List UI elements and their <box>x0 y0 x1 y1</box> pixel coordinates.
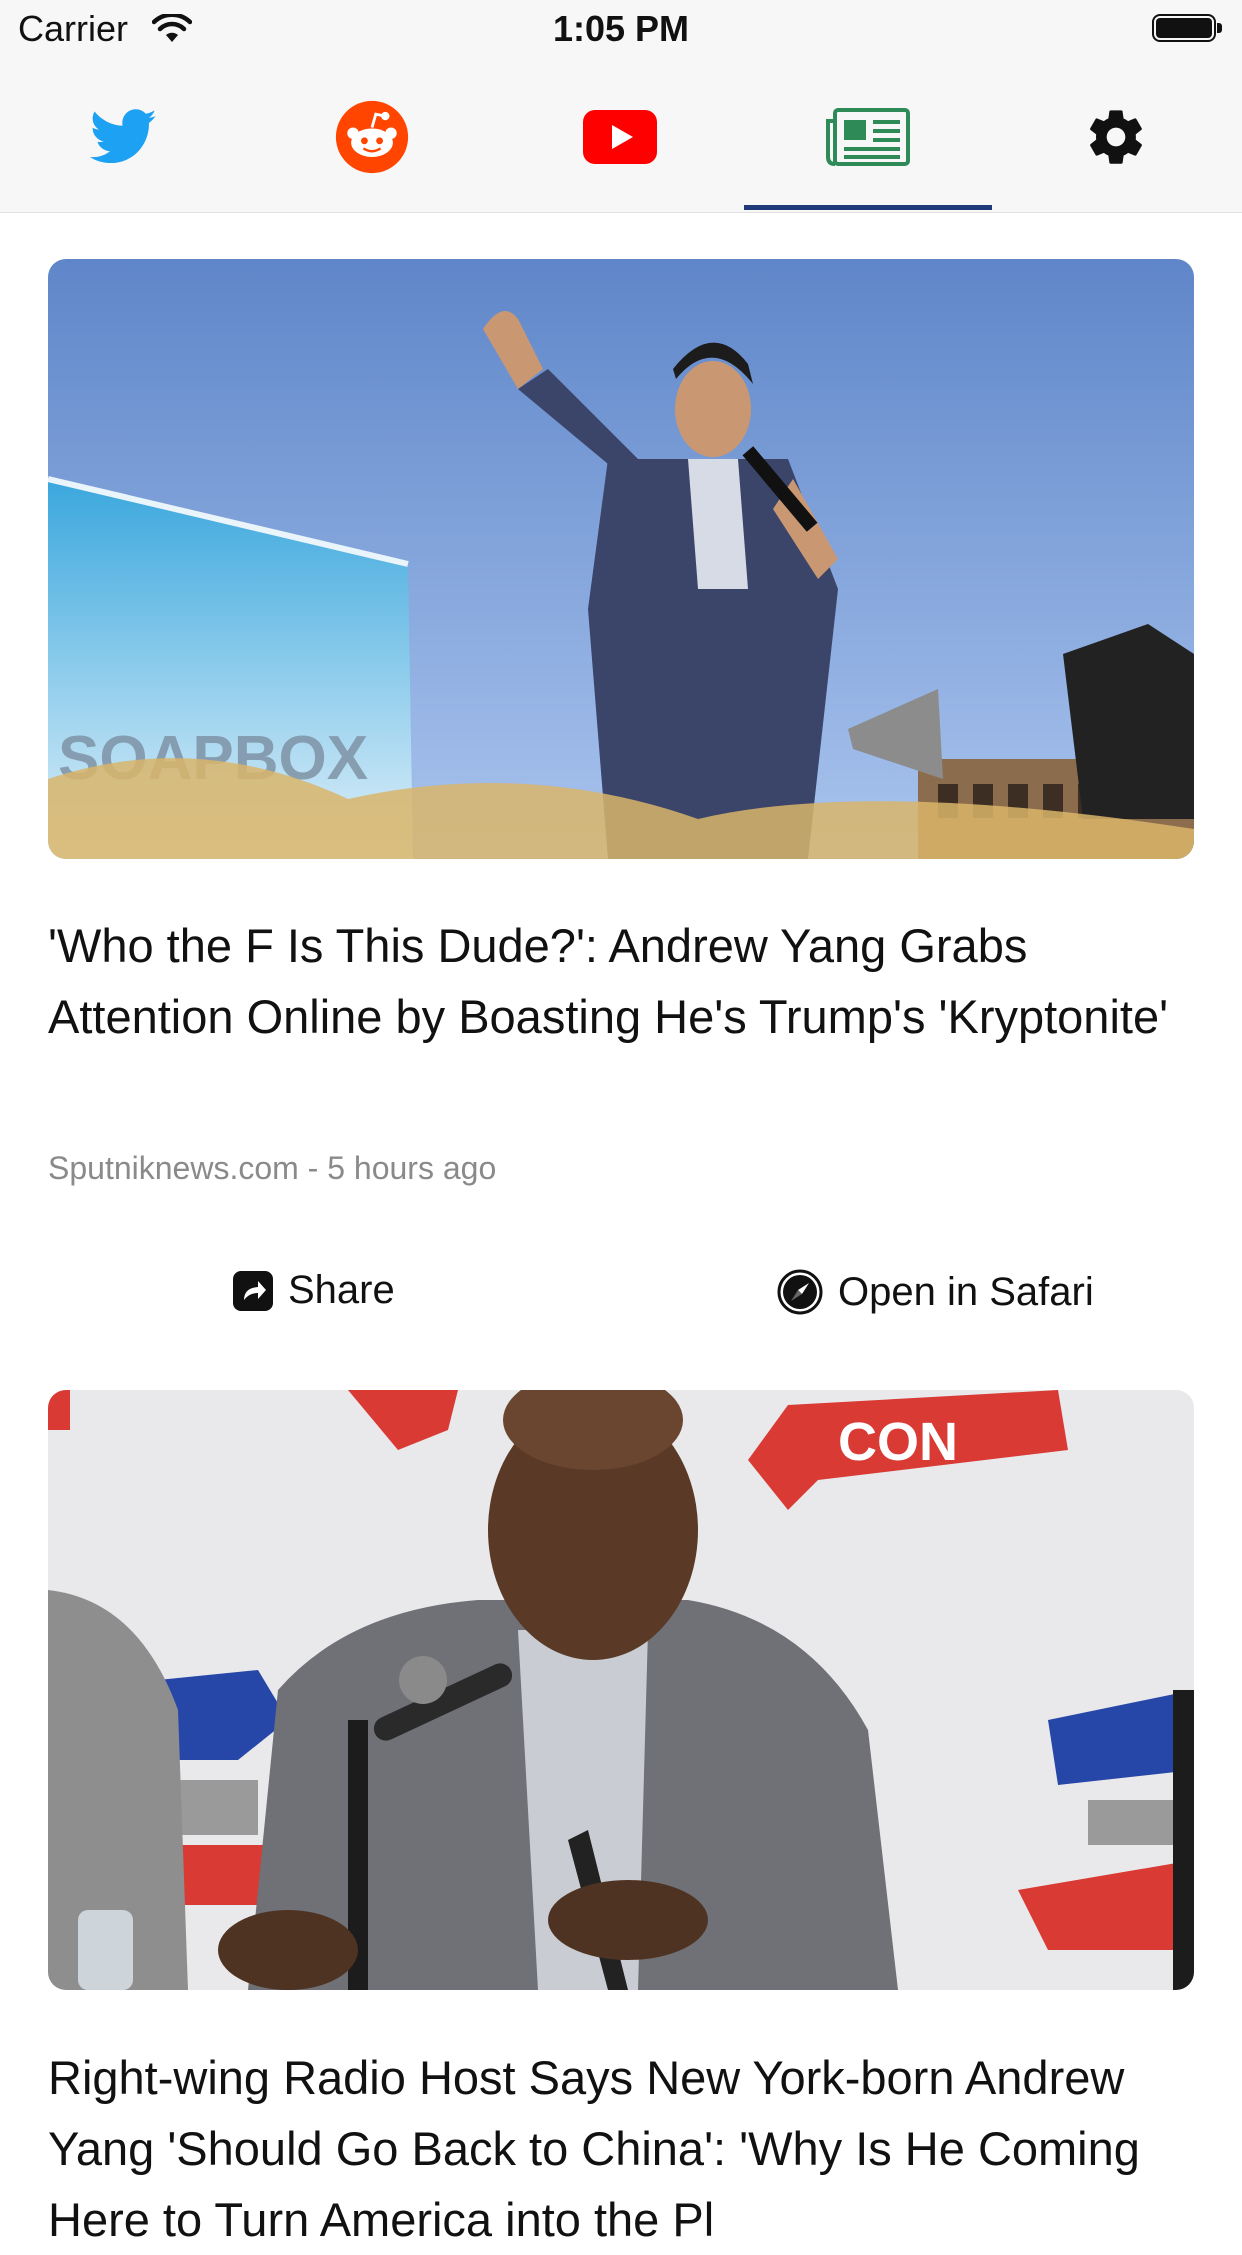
tab-news[interactable] <box>744 62 992 212</box>
tab-twitter[interactable] <box>0 62 248 212</box>
article-photo: SOAPBOX <box>48 259 1194 859</box>
gear-icon <box>1090 110 1142 164</box>
compass-icon <box>777 1269 823 1315</box>
tab-reddit[interactable] <box>248 62 496 212</box>
banner-text: CON <box>838 1412 958 1472</box>
article-image[interactable]: SOAPBOX <box>48 259 1194 859</box>
battery-icon <box>1152 14 1224 44</box>
article-meta: Sputniknews.com - 5 hours ago <box>48 1150 497 1186</box>
article-image[interactable]: CON <box>48 1390 1194 1990</box>
share-button[interactable]: Share <box>232 1268 395 1313</box>
article-headline[interactable]: 'Who the F Is This Dude?': Andrew Yang G… <box>48 910 1194 1052</box>
tab-settings[interactable] <box>992 62 1240 212</box>
article-photo: CON <box>48 1390 1194 1990</box>
youtube-icon <box>583 110 657 164</box>
open-in-safari-button[interactable]: Open in Safari <box>776 1268 1094 1316</box>
article-headline[interactable]: Right-wing Radio Host Says New York-born… <box>48 2042 1194 2255</box>
status-bar: Carrier 1:05 PM <box>0 0 1242 62</box>
share-label: Share <box>288 1268 395 1312</box>
tab-youtube[interactable] <box>496 62 744 212</box>
share-icon <box>233 1270 273 1311</box>
clock: 1:05 PM <box>552 8 690 49</box>
safari-label: Open in Safari <box>838 1269 1094 1314</box>
reddit-icon <box>335 100 409 174</box>
newspaper-icon <box>826 108 910 166</box>
twitter-icon <box>90 109 157 164</box>
tab-bar <box>0 62 1242 213</box>
